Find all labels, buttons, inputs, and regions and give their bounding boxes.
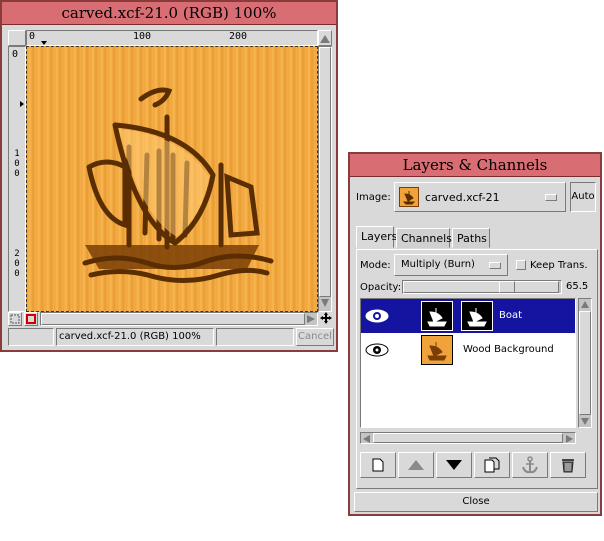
lower-layer-button[interactable]: [436, 452, 472, 478]
keep-trans-checkbox[interactable]: [516, 260, 526, 270]
scroll-up-right-button[interactable]: [318, 30, 332, 46]
ruler-left-label-200: 200: [12, 249, 22, 279]
scroll-right-arrow-icon[interactable]: [307, 315, 315, 323]
image-canvas[interactable]: [26, 46, 318, 312]
layers-vertical-scrollbar[interactable]: [578, 298, 592, 428]
layer-thumbnail: [421, 335, 453, 365]
layers-scroll-left-arrow-icon[interactable]: [363, 435, 370, 443]
layer-row-boat[interactable]: Boat: [361, 299, 575, 333]
tab-layers[interactable]: Layers: [356, 226, 397, 248]
new-layer-button[interactable]: [360, 452, 396, 478]
close-button[interactable]: Close: [354, 492, 598, 512]
ruler-left-label-100: 100: [12, 149, 22, 179]
quick-mask-on-icon[interactable]: [24, 312, 38, 326]
trash-icon: [562, 459, 574, 473]
opacity-slider-trough-fill: [403, 281, 559, 293]
tab-channels[interactable]: Channels: [396, 228, 452, 248]
horizontal-ruler[interactable]: 0 100 200: [26, 30, 318, 46]
ruler-top-label-200: 200: [229, 31, 248, 42]
vertical-scroll-thumb[interactable]: [319, 47, 331, 297]
layer-mask-thumbnail: [461, 301, 493, 331]
image-window-title[interactable]: carved.xcf-21.0 (RGB) 100%: [2, 2, 336, 25]
ruler-pointer-icon: [41, 41, 47, 45]
opacity-slider-handle[interactable]: [499, 281, 515, 293]
anchor-layer-button[interactable]: [512, 452, 548, 478]
mode-value: Multiply (Burn): [401, 259, 475, 270]
raise-arrow-icon: [408, 460, 424, 470]
scroll-down-arrow-icon[interactable]: [321, 299, 329, 307]
layers-window-title[interactable]: Layers & Channels: [350, 154, 600, 177]
auto-button[interactable]: Auto: [570, 182, 596, 212]
mode-menu-indicator-icon: [489, 262, 501, 269]
opacity-value: 65.5: [566, 281, 589, 292]
progress-bar: [216, 328, 294, 346]
image-thumbnail-icon: [399, 187, 419, 207]
vertical-ruler[interactable]: 0 100 200: [8, 46, 26, 312]
new-layer-icon: [372, 458, 384, 472]
layers-scroll-up-arrow-icon[interactable]: [581, 301, 589, 308]
link-cell[interactable]: [393, 299, 417, 333]
image-window: carved.xcf-21.0 (RGB) 100% 0 100 200 0 1…: [0, 0, 338, 352]
layers-horizontal-thumb[interactable]: [373, 433, 563, 443]
tab-paths[interactable]: Paths: [452, 228, 490, 248]
carved-ship-image: [82, 87, 274, 284]
duplicate-icon: [484, 457, 500, 473]
ruler-side-pointer-icon: [20, 101, 24, 107]
horizontal-scrollbar[interactable]: [40, 312, 318, 326]
layers-scroll-down-arrow-icon[interactable]: [581, 418, 589, 425]
opacity-label: Opacity:: [360, 282, 402, 293]
ruler-top-label-100: 100: [133, 31, 152, 42]
layer-name-wood-background[interactable]: Wood Background: [463, 344, 554, 355]
status-left-field: [8, 328, 54, 346]
image-option-menu[interactable]: carved.xcf-21: [394, 182, 566, 212]
duplicate-layer-button[interactable]: [474, 452, 510, 478]
opacity-slider[interactable]: [402, 280, 562, 294]
lower-arrow-icon: [446, 460, 462, 470]
option-menu-indicator-icon: [545, 194, 557, 201]
status-text: carved.xcf-21.0 (RGB) 100%: [56, 328, 214, 346]
visibility-eye-icon[interactable]: [365, 309, 389, 326]
cancel-button[interactable]: Cancel: [296, 328, 334, 346]
mode-label: Mode:: [360, 260, 391, 271]
anchor-icon: [522, 456, 538, 474]
mode-option-menu[interactable]: Multiply (Burn): [394, 254, 508, 276]
vertical-scrollbar[interactable]: [318, 46, 332, 312]
image-label: Image:: [356, 192, 391, 203]
layers-channels-window: Layers & Channels Image: carved.xcf-21 A…: [348, 152, 602, 516]
ruler-corner[interactable]: [8, 30, 26, 46]
delete-layer-button[interactable]: [550, 452, 586, 478]
layers-vertical-thumb[interactable]: [579, 311, 591, 415]
image-option-value: carved.xcf-21: [425, 191, 500, 204]
keep-trans-label: Keep Trans.: [530, 260, 588, 271]
ruler-left-label-0: 0: [12, 49, 19, 60]
layers-list: Boat Wood Background: [360, 298, 576, 428]
horizontal-scroll-thumb[interactable]: [41, 313, 305, 325]
layers-horizontal-scrollbar[interactable]: [360, 432, 576, 444]
ruler-top-label-0: 0: [29, 31, 36, 42]
layer-thumbnail: [421, 301, 453, 331]
layers-scroll-right-arrow-icon[interactable]: [566, 435, 573, 443]
raise-layer-button[interactable]: [398, 452, 434, 478]
layer-name-boat[interactable]: Boat: [499, 310, 522, 321]
visibility-eye-icon[interactable]: [365, 343, 389, 360]
layer-row-wood-background[interactable]: Wood Background: [361, 333, 575, 367]
tab-strip: Layers Channels Paths: [356, 226, 598, 250]
quick-mask-off-icon[interactable]: [8, 312, 22, 326]
navigate-icon[interactable]: [320, 312, 332, 326]
